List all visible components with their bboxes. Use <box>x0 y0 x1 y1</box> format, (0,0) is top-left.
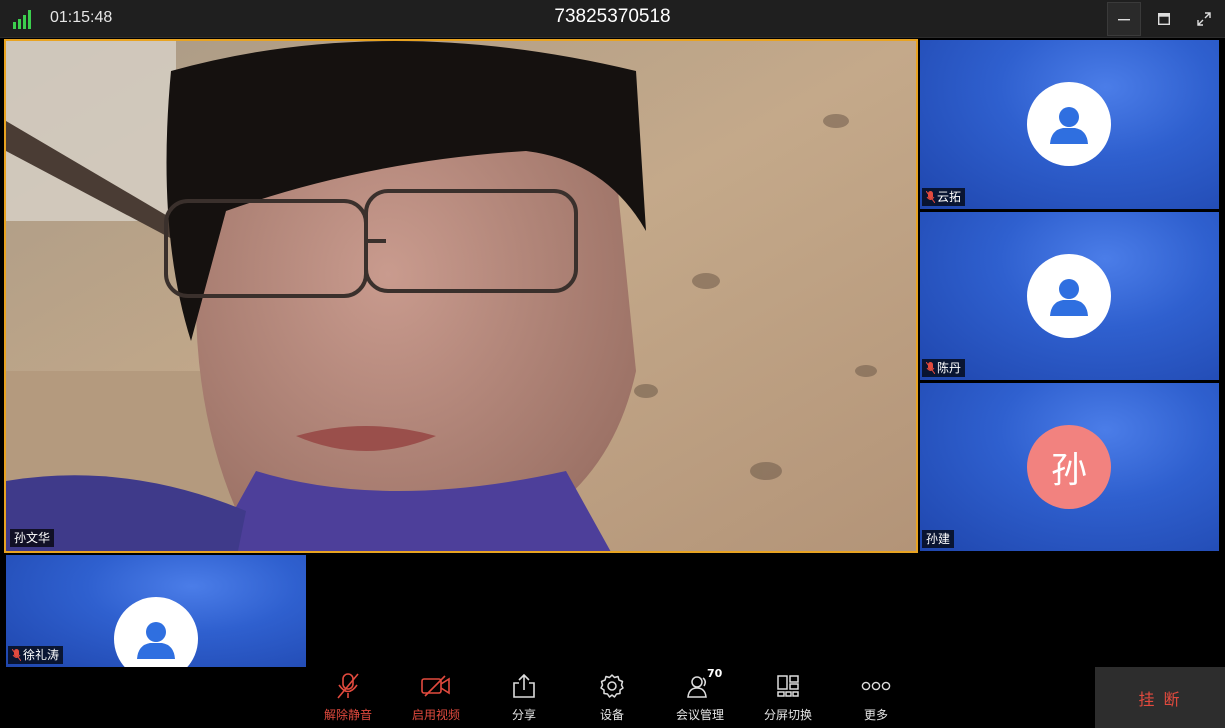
signal-strength-icon <box>13 10 31 29</box>
participant-name: 徐礼涛 <box>23 648 60 662</box>
participant-tile[interactable]: 云拓 <box>920 40 1219 209</box>
participant-name: 陈丹 <box>937 361 962 375</box>
participant-tile[interactable]: 徐礼涛 <box>6 555 306 667</box>
participant-name-tag: 徐礼涛 <box>8 646 64 664</box>
camera-feed-image <box>6 41 916 551</box>
unmute-label: 解除静音 <box>323 708 372 722</box>
participant-name-tag: 孙建 <box>922 530 955 548</box>
participant-name-tag: 云拓 <box>922 188 966 206</box>
minimize-icon <box>1118 19 1130 21</box>
layout-switch-label: 分屏切换 <box>763 708 812 722</box>
gear-icon <box>600 674 624 698</box>
meeting-timer: 01:15:48 <box>50 9 113 26</box>
avatar: 孙 <box>1027 425 1111 509</box>
participant-name: 孙建 <box>926 532 951 546</box>
share-label: 分享 <box>511 708 536 722</box>
fullscreen-icon <box>1197 12 1211 26</box>
person-icon <box>137 622 175 659</box>
avatar <box>1027 254 1111 338</box>
main-video-tile[interactable]: 孙文华 <box>4 39 918 553</box>
meeting-id: 73825370518 <box>554 6 671 27</box>
layout-switch-button[interactable]: 分屏切换 <box>748 671 828 727</box>
participant-tile[interactable]: 孙 孙建 <box>920 383 1219 551</box>
person-icon <box>1050 107 1088 144</box>
participant-tile[interactable]: 陈丹 <box>920 212 1219 380</box>
unmute-button[interactable]: 解除静音 <box>308 671 388 727</box>
video-off-icon <box>421 675 450 697</box>
mic-off-icon <box>337 673 359 699</box>
more-button[interactable]: 更多 <box>836 671 916 727</box>
speaker-name-tag: 孙文华 <box>10 529 55 547</box>
device-settings-label: 设备 <box>599 708 624 722</box>
participant-count-badge: 70 <box>707 667 723 680</box>
meeting-management-label: 会议管理 <box>675 708 724 722</box>
more-dots-icon <box>861 681 891 691</box>
minimize-button[interactable] <box>1107 2 1141 36</box>
mic-muted-icon <box>12 649 21 661</box>
avatar <box>1027 82 1111 166</box>
more-label: 更多 <box>863 708 888 722</box>
mic-muted-icon <box>926 362 935 374</box>
participant-name-tag: 陈丹 <box>922 359 966 377</box>
avatar-letter: 孙 <box>1050 450 1087 491</box>
meeting-toolbar: 解除静音 启用视频 分享 设备 70 会议管理 分屏切换 更多 <box>0 667 1225 728</box>
speaker-name: 孙文华 <box>14 531 51 545</box>
fullscreen-button[interactable] <box>1187 2 1221 36</box>
participant-name: 云拓 <box>937 190 962 204</box>
start-video-button[interactable]: 启用视频 <box>396 671 476 727</box>
device-settings-button[interactable]: 设备 <box>572 671 652 727</box>
maximize-button[interactable] <box>1147 2 1181 36</box>
avatar <box>114 597 198 667</box>
hang-up-button[interactable]: 挂 断 <box>1095 667 1225 728</box>
person-icon <box>1050 279 1088 316</box>
meeting-management-button[interactable]: 70 会议管理 <box>660 667 740 727</box>
maximize-icon <box>1158 13 1170 25</box>
mic-muted-icon <box>926 191 935 203</box>
share-button[interactable]: 分享 <box>484 671 564 727</box>
layout-grid-icon <box>777 675 799 697</box>
title-bar: 01:15:48 73825370518 <box>0 0 1225 38</box>
start-video-label: 启用视频 <box>411 708 460 722</box>
share-icon <box>513 673 535 698</box>
